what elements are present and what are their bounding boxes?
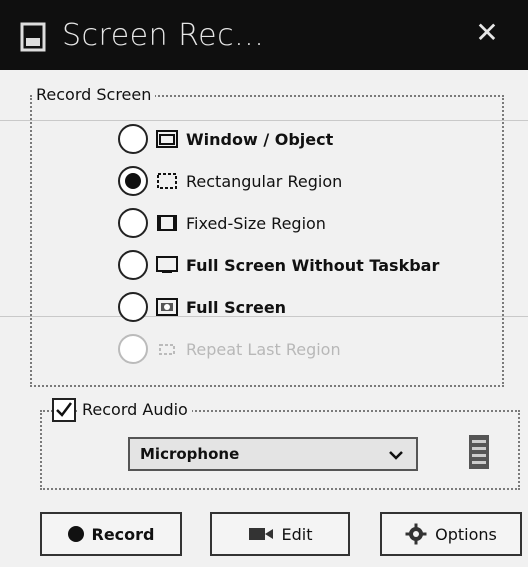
record-dot-icon (67, 526, 84, 542)
window-icon (156, 130, 178, 148)
monitor-icon (156, 256, 178, 273)
app-icon (20, 22, 46, 52)
radio-window-object[interactable] (118, 124, 148, 154)
option-rectangular-region[interactable]: Rectangular Region (118, 164, 342, 198)
title-bar: Screen Rec... ✕ (0, 0, 528, 70)
audio-device-value: Microphone (140, 445, 240, 463)
radio-full-screen-without-taskbar[interactable] (118, 250, 148, 280)
checkmark-icon (56, 402, 72, 417)
radio-fixed-size-region[interactable] (118, 208, 148, 238)
fullscreen-icon (156, 298, 178, 316)
audio-device-select[interactable]: Microphone (128, 437, 418, 471)
record-button[interactable]: Record (40, 512, 182, 556)
close-icon[interactable]: ✕ (472, 18, 502, 48)
chevron-down-icon (389, 451, 403, 460)
radio-rectangular-region[interactable] (118, 166, 148, 196)
record-screen-legend: Record Screen (32, 85, 156, 104)
audio-level-icon[interactable] (468, 434, 490, 470)
record-button-label: Record (91, 524, 155, 544)
option-label: Window / Object (186, 129, 334, 149)
edit-button-label: Edit (281, 524, 313, 544)
option-full-screen-without-taskbar[interactable]: Full Screen Without Taskbar (118, 248, 439, 282)
film-edit-icon (248, 528, 273, 540)
option-repeat-last-region: Repeat Last Region (118, 332, 341, 366)
radio-full-screen[interactable] (118, 292, 148, 322)
record-audio-label[interactable]: Record Audio (78, 400, 192, 419)
option-label: Rectangular Region (186, 171, 343, 191)
option-label: Repeat Last Region (186, 339, 341, 359)
option-label: Full Screen (186, 297, 287, 317)
fixed-size-region-icon (157, 215, 177, 231)
option-label: Full Screen Without Taskbar (186, 255, 440, 275)
option-fixed-size-region[interactable]: Fixed-Size Region (118, 206, 326, 240)
options-button[interactable]: Options (380, 512, 522, 556)
record-audio-checkbox[interactable] (52, 398, 76, 422)
repeat-region-icon (159, 344, 175, 355)
rectangle-region-icon (157, 173, 177, 189)
gear-icon (405, 523, 427, 545)
window-title: Screen Rec... (62, 18, 265, 53)
radio-repeat-last-region (118, 334, 148, 364)
option-full-screen[interactable]: Full Screen (118, 290, 286, 324)
option-label: Fixed-Size Region (186, 213, 326, 233)
options-button-label: Options (435, 524, 497, 544)
edit-button[interactable]: Edit (210, 512, 350, 556)
option-window-object[interactable]: Window / Object (118, 122, 333, 156)
